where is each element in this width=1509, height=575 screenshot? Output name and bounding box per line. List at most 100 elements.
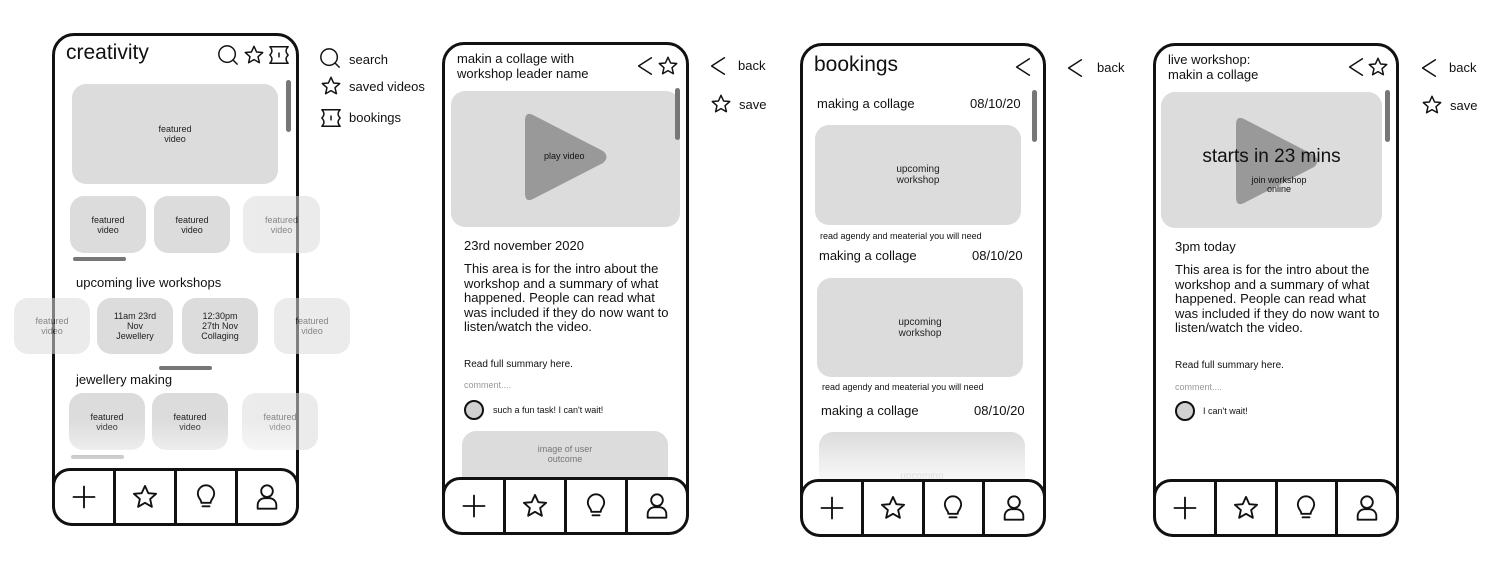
legend-save: save: [739, 97, 767, 112]
read-full-summary-link[interactable]: Read full summary here.: [464, 359, 573, 370]
legend-search: search: [349, 52, 389, 67]
booking-name: making a collage: [817, 96, 915, 111]
vertical-scrollbar[interactable]: [1385, 90, 1390, 142]
plus-icon: [70, 483, 98, 511]
nav-saved[interactable]: [860, 482, 922, 534]
search-icon: [319, 47, 341, 69]
section-heading: upcoming live workshops: [76, 275, 222, 290]
star-icon[interactable]: [657, 55, 679, 77]
workshop-card[interactable]: 11am 23rd Nov Jewellery: [97, 298, 173, 354]
workshop-card[interactable]: featured video: [274, 298, 350, 354]
booking-card[interactable]: upcoming workshop: [817, 278, 1023, 377]
back-icon: [1418, 57, 1440, 79]
bottom-nav: [52, 468, 299, 526]
star-icon: [131, 483, 159, 511]
nav-add[interactable]: [445, 480, 503, 532]
featured-video-card[interactable]: featured video: [72, 84, 278, 184]
booking-note: read agendy and meaterial you will need: [820, 231, 982, 241]
play-video-label: play video: [544, 151, 585, 161]
avatar: [464, 400, 484, 420]
horizontal-scrollbar[interactable]: [73, 257, 126, 261]
back-icon[interactable]: [1345, 56, 1367, 78]
nav-saved[interactable]: [113, 471, 174, 523]
star-icon: [879, 494, 907, 522]
vertical-scrollbar[interactable]: [286, 80, 291, 132]
booking-note: read agendy and meaterial you will need: [822, 382, 984, 392]
nav-saved[interactable]: [503, 480, 564, 532]
nav-ideas[interactable]: [921, 482, 983, 534]
comment-text: such a fun task! I can't wait!: [493, 405, 604, 415]
ticket-icon: [320, 107, 342, 129]
bookings-title: bookings: [814, 53, 899, 76]
video-card[interactable]: featured video: [154, 196, 230, 253]
workshop-card[interactable]: 12:30pm 27th Nov Collaging: [182, 298, 258, 354]
nav-saved[interactable]: [1213, 482, 1275, 534]
video-card[interactable]: featured video: [243, 196, 320, 253]
star-icon[interactable]: [243, 44, 265, 66]
nav-profile[interactable]: [1335, 482, 1396, 534]
video-date: 23rd november 2020: [464, 238, 584, 253]
star-icon: [320, 75, 342, 97]
booking-date: 08/10/20: [972, 248, 1023, 263]
workshop-card[interactable]: featured video: [14, 298, 90, 354]
person-icon: [1353, 494, 1381, 522]
star-icon[interactable]: [1367, 56, 1389, 78]
avatar: [1175, 401, 1195, 421]
legend-back: back: [1449, 60, 1477, 75]
lightbulb-icon: [192, 483, 220, 511]
nav-profile[interactable]: [982, 482, 1043, 534]
bottom-nav: [800, 479, 1046, 537]
live-intro: This area is for the intro about the wor…: [1175, 262, 1380, 335]
read-full-summary-link[interactable]: Read full summary here.: [1175, 360, 1284, 371]
nav-add[interactable]: [55, 471, 113, 523]
back-icon[interactable]: [1012, 56, 1034, 78]
plus-icon: [1171, 494, 1199, 522]
nav-profile[interactable]: [235, 471, 296, 523]
lightbulb-icon: [582, 492, 610, 520]
legend-back: back: [738, 58, 766, 73]
horizontal-scrollbar[interactable]: [159, 366, 212, 370]
booking-date: 08/10/20: [974, 403, 1025, 418]
booking-date: 08/10/20: [970, 96, 1021, 111]
booking-name: making a collage: [819, 248, 917, 263]
app-title: creativity: [66, 41, 149, 64]
person-icon: [643, 492, 671, 520]
nav-ideas[interactable]: [564, 480, 625, 532]
workshop-time: 3pm today: [1175, 239, 1236, 254]
section-heading: jewellery making: [76, 372, 173, 387]
person-icon: [1000, 494, 1028, 522]
nav-ideas[interactable]: [174, 471, 235, 523]
star-icon: [1232, 494, 1260, 522]
plus-icon: [818, 494, 846, 522]
nav-add[interactable]: [803, 482, 861, 534]
video-title: makin a collage with workshop leader nam…: [457, 51, 589, 81]
vertical-scrollbar[interactable]: [675, 88, 680, 140]
lightbulb-icon: [939, 494, 967, 522]
booking-card[interactable]: upcoming workshop: [815, 125, 1021, 225]
comment-input[interactable]: comment....: [464, 380, 511, 390]
nav-ideas[interactable]: [1274, 482, 1336, 534]
video-card[interactable]: featured video: [70, 196, 146, 253]
comment-input[interactable]: comment....: [1175, 382, 1222, 392]
lightbulb-icon: [1292, 494, 1320, 522]
vertical-scrollbar[interactable]: [1032, 90, 1037, 142]
bottom-fade: [803, 432, 1043, 482]
comment-text: I can't wait!: [1203, 406, 1248, 416]
search-icon[interactable]: [217, 44, 239, 66]
legend-save: save: [1450, 98, 1478, 113]
bottom-nav: [442, 477, 689, 535]
bottom-fade: [55, 420, 296, 470]
booking-name: making a collage: [821, 403, 919, 418]
back-icon[interactable]: [634, 55, 656, 77]
join-workshop-button[interactable]: join workshop online: [1242, 176, 1316, 194]
ticket-icon[interactable]: [268, 44, 290, 66]
live-title: live workshop: makin a collage: [1168, 52, 1259, 82]
star-icon: [1421, 94, 1443, 116]
legend-back: back: [1097, 60, 1125, 75]
nav-profile[interactable]: [625, 480, 686, 532]
person-icon: [253, 483, 281, 511]
video-intro: This area is for the intro about the wor…: [464, 261, 669, 334]
star-icon: [521, 492, 549, 520]
legend-saved-videos: saved videos: [349, 79, 425, 94]
nav-add[interactable]: [1156, 482, 1214, 534]
